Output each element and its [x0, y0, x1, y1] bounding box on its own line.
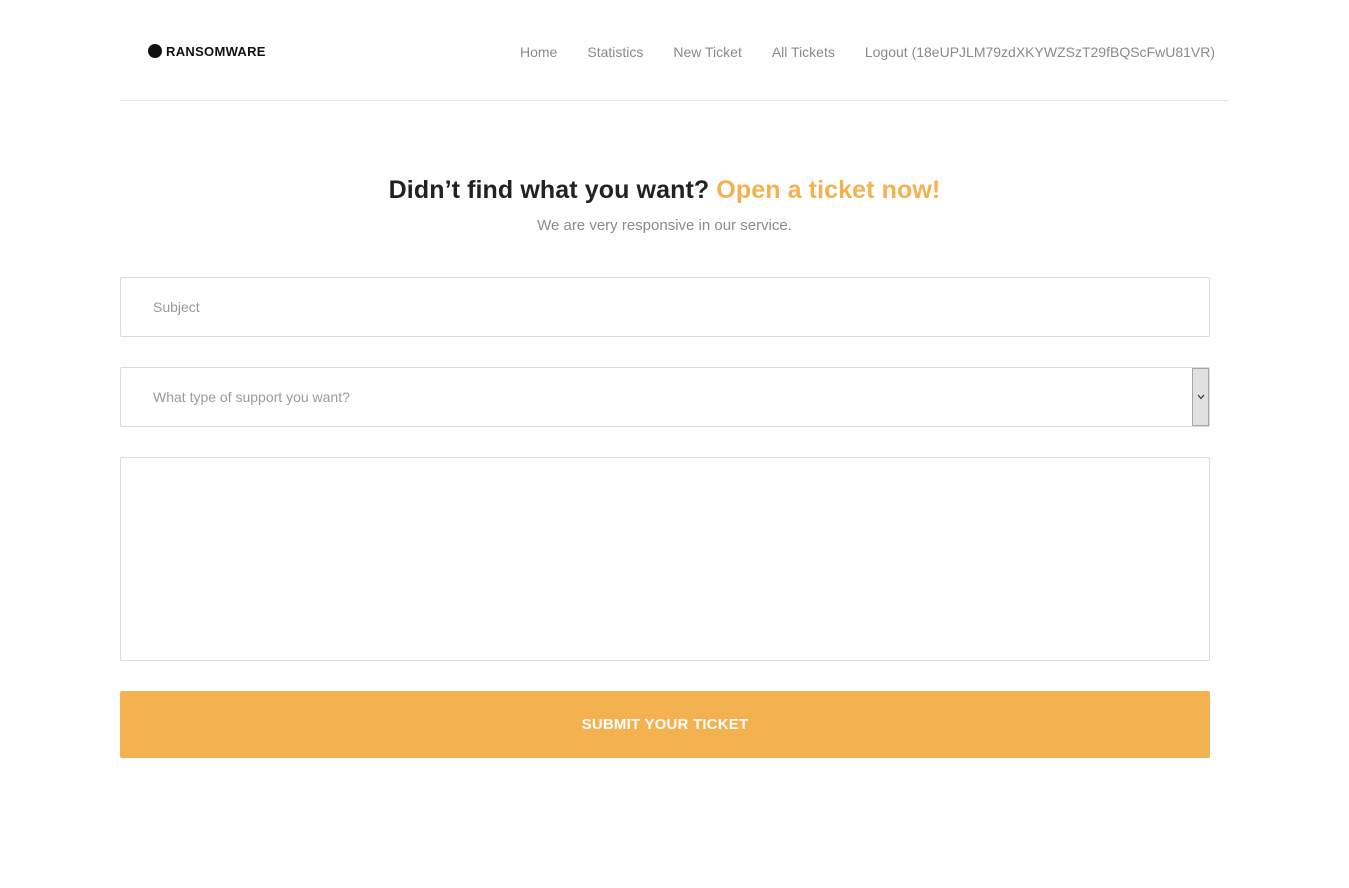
logo-dot-icon — [148, 44, 162, 58]
chevron-down-icon[interactable] — [1192, 368, 1209, 426]
page-title-text: Didn’t find what you want? — [388, 176, 710, 204]
nav-new-ticket-link[interactable]: New Ticket — [673, 44, 741, 60]
chevron-down-icon-glyph — [1197, 394, 1204, 400]
nav-statistics-link[interactable]: Statistics — [587, 44, 643, 60]
main-nav: Home Statistics New Ticket All Tickets L… — [520, 44, 1215, 60]
support-type-selected-value: What type of support you want? — [153, 389, 350, 405]
nav-all-tickets-link[interactable]: All Tickets — [772, 44, 835, 60]
submit-ticket-button[interactable]: SUBMIT YOUR TICKET — [120, 691, 1210, 758]
subject-input[interactable] — [120, 277, 1210, 337]
site-header: RANSOMWARE Home Statistics New Ticket Al… — [120, 0, 1229, 101]
message-textarea[interactable] — [120, 457, 1210, 661]
nav-home-link[interactable]: Home — [520, 44, 557, 60]
page: RANSOMWARE Home Statistics New Ticket Al… — [0, 0, 1349, 888]
nav-logout-link[interactable]: Logout (18eUPJLM79zdXKYWZSzT29fBQScFwU81… — [865, 44, 1215, 60]
hero-section: Didn’t find what you want? Open a ticket… — [0, 176, 1329, 234]
logo-text: RANSOMWARE — [166, 43, 266, 59]
page-subtitle: We are very responsive in our service. — [537, 217, 792, 234]
support-type-select[interactable]: What type of support you want? — [120, 367, 1210, 427]
logo[interactable]: RANSOMWARE — [148, 43, 266, 59]
page-title: Didn’t find what you want? Open a ticket… — [0, 176, 1329, 205]
page-title-accent: Open a ticket now! — [716, 176, 941, 204]
